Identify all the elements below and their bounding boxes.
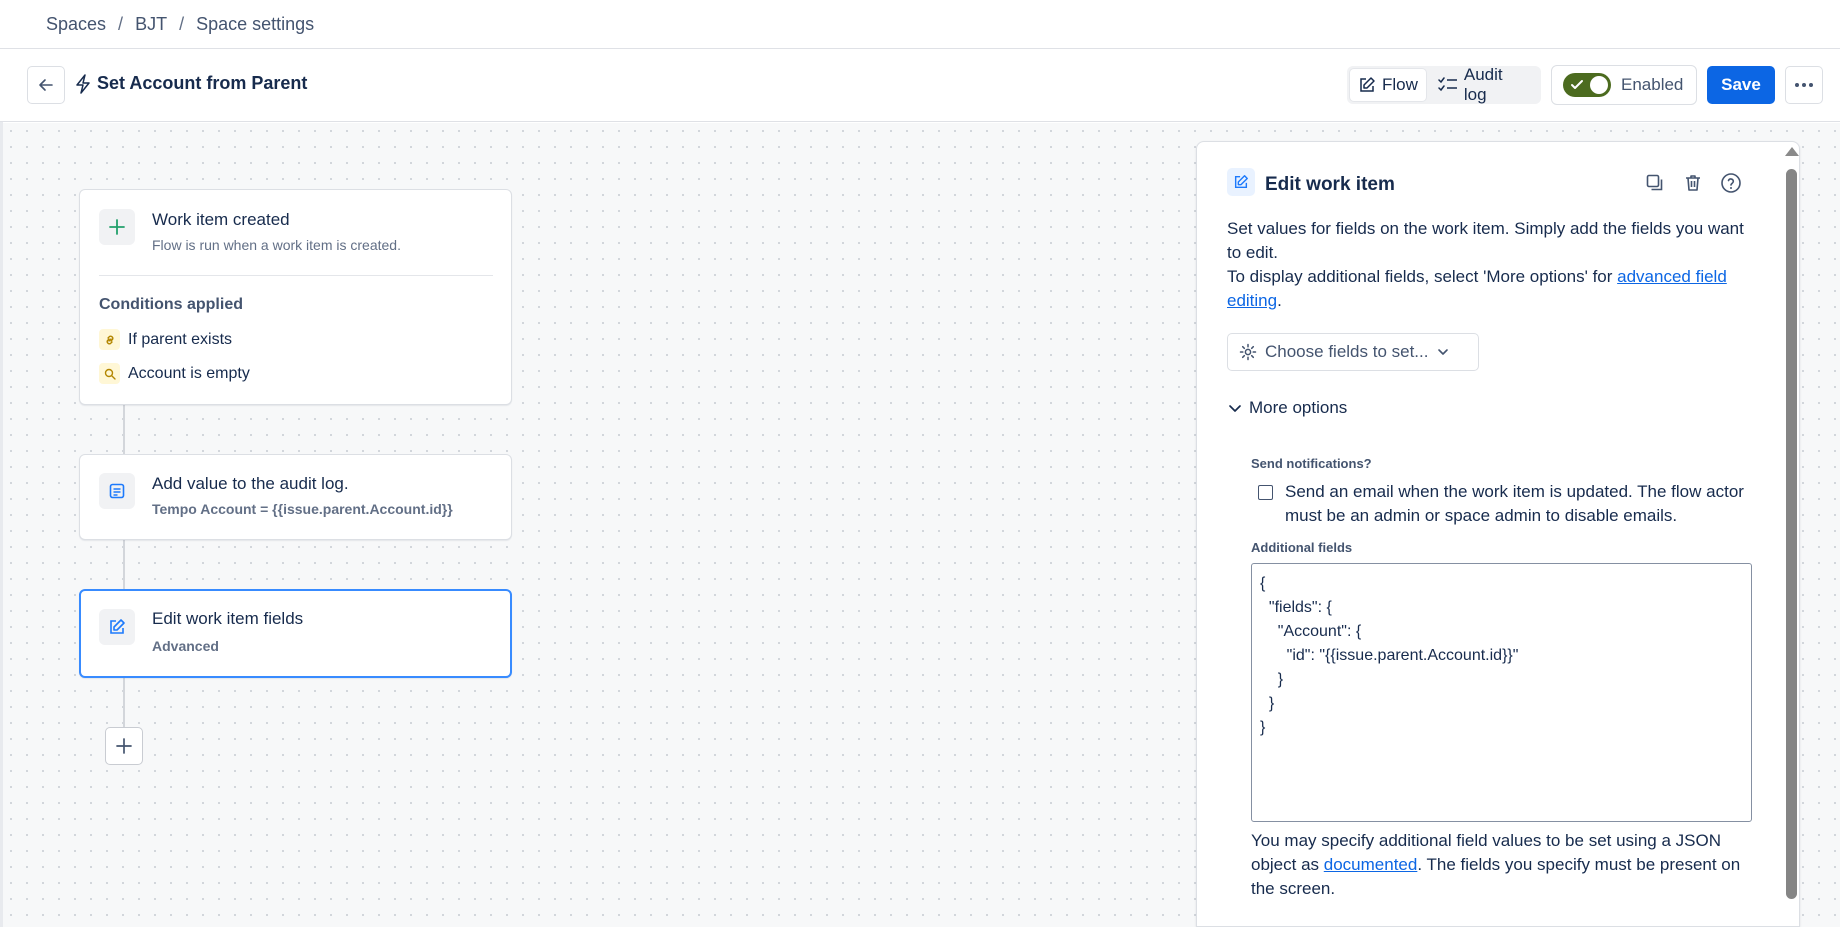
breadcrumb-separator: / (118, 14, 124, 34)
question-icon (1721, 173, 1741, 193)
add-component-button[interactable] (105, 727, 143, 765)
duplicate-button[interactable] (1643, 171, 1667, 195)
send-email-text: Send an email when the work item is upda… (1285, 482, 1744, 525)
edit-icon (1234, 175, 1248, 189)
plus-icon (116, 738, 132, 754)
chevron-down-icon (1438, 349, 1449, 355)
help-button[interactable] (1719, 171, 1743, 195)
arrow-left-icon (39, 79, 53, 91)
search-icon (99, 363, 120, 384)
trigger-title: Work item created (152, 210, 290, 229)
more-icon (1795, 83, 1813, 87)
chevron-down-icon (1229, 405, 1241, 412)
rule-title-text: Set Account from Parent (97, 73, 308, 93)
flow-connector (123, 405, 125, 455)
trash-icon (1686, 175, 1700, 191)
tab-audit-log[interactable]: Audit log (1430, 65, 1538, 104)
flow-connector (123, 539, 125, 589)
panel-description: Set values for fields on the work item. … (1227, 219, 1744, 262)
send-email-checkbox[interactable] (1258, 485, 1273, 500)
document-icon (109, 483, 125, 499)
audit-log-step-card[interactable]: Add value to the audit log. Tempo Accoun… (79, 454, 512, 540)
choose-fields-dropdown[interactable]: Choose fields to set... (1227, 333, 1479, 371)
condition-label: If parent exists (128, 330, 233, 348)
card-divider (99, 275, 493, 276)
enabled-toggle[interactable] (1563, 73, 1611, 97)
audit-step-icon-box (99, 473, 135, 509)
edit-icon (110, 619, 125, 634)
enabled-toggle-group: Enabled (1551, 65, 1697, 105)
save-button[interactable]: Save (1707, 66, 1775, 104)
choose-fields-label: Choose fields to set... (1265, 342, 1429, 361)
lightning-icon (76, 73, 90, 94)
check-icon (1571, 80, 1583, 89)
trigger-card[interactable]: Work item created Flow is run when a wor… (79, 189, 512, 405)
edit-step-subtitle: Advanced (152, 638, 219, 654)
panel-title: Edit work item (1265, 174, 1395, 195)
checklist-icon (1438, 77, 1457, 92)
link-icon (99, 329, 120, 350)
trigger-icon-box (99, 209, 135, 245)
copy-icon (1646, 174, 1663, 191)
edit-work-item-panel: Edit work item Set values for fields on … (1196, 141, 1800, 927)
breadcrumb-separator: / (179, 14, 185, 34)
additional-fields-label: Additional fields (1251, 540, 1353, 555)
panel-icon-box (1227, 168, 1255, 196)
gear-icon (1239, 343, 1257, 361)
edit-step-icon-box (99, 609, 135, 645)
documented-link[interactable]: documented (1324, 855, 1418, 874)
tab-flow-label: Flow (1382, 75, 1418, 94)
breadcrumb-space-settings[interactable]: Space settings (196, 14, 314, 35)
panel-actions (1643, 171, 1743, 195)
scroll-up-arrow-icon[interactable] (1785, 147, 1799, 156)
breadcrumb: Spaces / BJT / Space settings (46, 14, 314, 35)
condition-item[interactable]: Account is empty (99, 363, 250, 384)
tab-flow[interactable]: Flow (1350, 69, 1426, 101)
more-options-label: More options (1249, 398, 1348, 417)
tab-audit-log-label: Audit log (1463, 65, 1503, 104)
scrollbar-thumb[interactable] (1786, 169, 1797, 899)
additional-fields-help: You may specify additional field values … (1251, 829, 1761, 901)
audit-step-title: Add value to the audit log. (152, 474, 349, 493)
page-title: Set Account from Parent (75, 73, 307, 94)
toggle-knob (1590, 76, 1608, 94)
view-switcher: Flow Audit log (1347, 65, 1541, 104)
conditions-heading: Conditions applied (99, 296, 243, 313)
plus-icon (109, 219, 125, 235)
description-prefix: To display additional fields, select 'Mo… (1227, 267, 1618, 286)
edit-work-item-step-card[interactable]: Edit work item fields Advanced (79, 589, 512, 678)
more-options-toggle[interactable]: More options (1227, 398, 1347, 418)
delete-button[interactable] (1681, 171, 1705, 195)
audit-step-subtitle: Tempo Account = {{issue.parent.Account.i… (152, 501, 453, 517)
additional-fields-json-input[interactable]: { "fields": { "Account": { "id": "{{issu… (1251, 563, 1752, 822)
breadcrumb-spaces[interactable]: Spaces (46, 14, 106, 35)
panel-description-advanced: To display additional fields, select 'Mo… (1227, 265, 1757, 313)
description-suffix: . (1277, 291, 1282, 310)
rule-header: Set Account from Parent Flow Audit log E… (0, 49, 1840, 122)
edit-icon (1360, 77, 1375, 92)
condition-label: Account is empty (128, 364, 250, 382)
back-button[interactable] (27, 66, 65, 104)
trigger-subtitle: Flow is run when a work item is created. (152, 237, 401, 253)
enabled-label: Enabled (1621, 75, 1684, 94)
flow-connector (123, 678, 125, 733)
condition-item[interactable]: If parent exists (99, 329, 232, 350)
send-notifications-label: Send notifications? (1251, 456, 1372, 471)
edit-step-title: Edit work item fields (152, 609, 304, 628)
more-actions-button[interactable] (1785, 66, 1823, 104)
breadcrumb-bjt[interactable]: BJT (135, 14, 167, 35)
breadcrumb-bar: Spaces / BJT / Space settings (0, 0, 1840, 49)
